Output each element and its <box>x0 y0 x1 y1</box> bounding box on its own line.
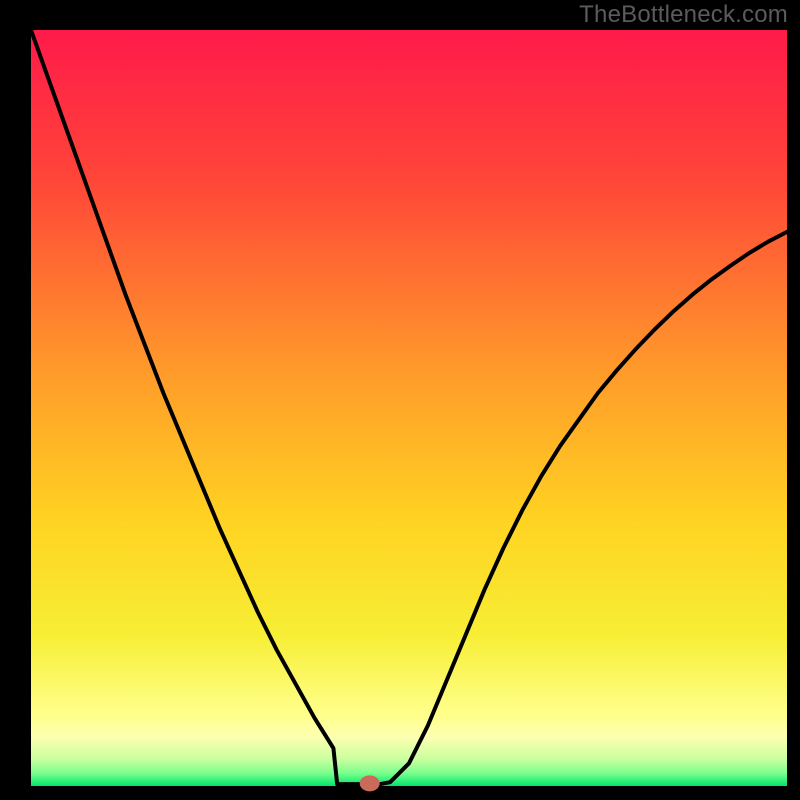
plot-background <box>31 30 787 786</box>
optimum-marker <box>360 775 380 791</box>
watermark-text: TheBottleneck.com <box>579 1 788 29</box>
chart-container: TheBottleneck.com <box>0 0 800 800</box>
chart-svg <box>0 0 800 800</box>
